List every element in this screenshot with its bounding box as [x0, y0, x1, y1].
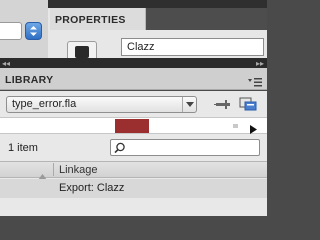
library-toolbar: 1 item [0, 136, 267, 160]
symbol-preview [0, 117, 267, 134]
search-icon [114, 141, 126, 159]
library-window-chrome: ◂◂ ▸▸ [0, 58, 267, 68]
properties-tabbar [48, 0, 267, 8]
properties-panel: PROPERTIES Clazz [48, 0, 267, 61]
search-box[interactable] [110, 139, 260, 156]
tab-properties[interactable]: PROPERTIES [50, 8, 146, 30]
stepper-arrows-icon[interactable] [25, 22, 42, 40]
preview-marker [233, 124, 238, 128]
new-library-panel-icon[interactable] [239, 97, 257, 111]
partial-input-field[interactable] [0, 22, 22, 40]
library-item-row[interactable]: Export: Clazz [0, 179, 267, 198]
library-empty-area [0, 198, 267, 216]
column-divider [53, 163, 54, 176]
instance-name-field[interactable]: Clazz [121, 38, 264, 56]
panel-title: LIBRARY [5, 74, 54, 86]
close-panel-icon[interactable]: ▸▸ [256, 59, 264, 68]
pin-library-icon[interactable] [214, 97, 232, 111]
column-header[interactable]: Linkage [0, 161, 267, 180]
item-count: 1 item [8, 142, 38, 154]
linkage-cell: Export: Clazz [59, 182, 125, 194]
collapse-left-icon[interactable]: ◂◂ [2, 59, 10, 68]
document-select-value: type_error.fla [12, 98, 77, 110]
tabbar-empty-area [146, 8, 267, 30]
library-panel-header: LIBRARY [0, 68, 267, 90]
library-panel-body: type_error.fla 1 item Linkage Export: Cl… [0, 91, 267, 216]
linkage-column-header[interactable]: Linkage [59, 164, 98, 176]
panel-menu-icon[interactable] [247, 74, 263, 87]
chevron-down-icon [182, 97, 196, 112]
search-input[interactable] [129, 141, 257, 154]
preview-swatch [115, 119, 149, 133]
stage-toolbar-fragment [0, 0, 48, 58]
document-select[interactable]: type_error.fla [6, 96, 197, 113]
